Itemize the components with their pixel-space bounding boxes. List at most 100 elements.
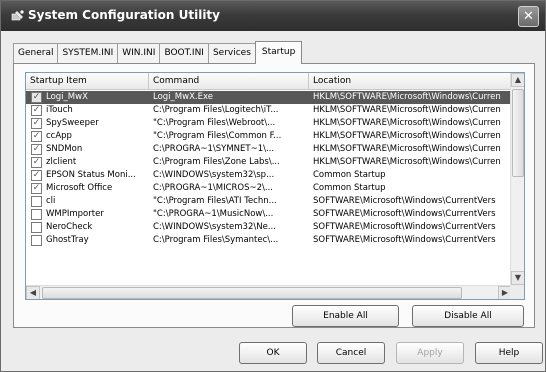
window-title: System Configuration Utility <box>28 8 220 22</box>
table-row[interactable]: ✓ zlclient C:\Program Files\Zone Labs\..… <box>26 156 512 169</box>
startup-item-command: C:\Program Files\Logitech\iT... <box>153 105 279 115</box>
checkmark-icon: ✓ <box>32 92 41 102</box>
startup-item-checkbox[interactable] <box>31 222 42 233</box>
horizontal-scroll-thumb[interactable] <box>42 287 462 299</box>
tab-services[interactable]: Services <box>207 43 256 63</box>
startup-item-command: "C:\Program Files\ATI Techn... <box>153 196 277 206</box>
help-button[interactable]: Help <box>475 342 543 364</box>
startup-item-command: "C:\PROGRA~1\MusicNow\... <box>153 209 274 219</box>
table-row[interactable]: ✓ SNDMon C:\PROGRA~1\SYMNET~1\... HKLM\S… <box>26 143 512 156</box>
startup-item-location: SOFTWARE\Microsoft\Windows\CurrentVers <box>313 222 496 232</box>
startup-item-location: Common Startup <box>313 183 386 193</box>
checkmark-icon: ✓ <box>32 118 41 128</box>
table-row[interactable]: NeroCheck C:\WINDOWS\system32\Ne... SOFT… <box>26 221 512 234</box>
checkmark-icon: ✓ <box>32 183 41 193</box>
close-icon: ✕ <box>523 9 534 24</box>
title-bar[interactable]: System Configuration Utility ✕ <box>1 1 545 31</box>
startup-item-checkbox[interactable] <box>31 196 42 207</box>
chevron-right-icon: ▶ <box>501 288 509 297</box>
column-header-location[interactable]: Location <box>309 73 512 90</box>
vertical-scroll-thumb[interactable] <box>512 89 524 177</box>
table-row[interactable]: ✓ Logi_MwX Logi_MwX.Exe HKLM\SOFTWARE\Mi… <box>26 91 512 104</box>
startup-item-location: HKLM\SOFTWARE\Microsoft\Windows\Curren <box>313 105 501 115</box>
scroll-up-button[interactable]: ▲ <box>511 73 524 87</box>
checkmark-icon: ✓ <box>32 144 41 154</box>
table-row[interactable]: GhostTray C:\Program Files\Symantec\... … <box>26 234 512 247</box>
tab-general[interactable]: General <box>13 43 59 63</box>
table-row[interactable]: ✓ Microsoft Office C:\PROGRA~1\MICROS~2\… <box>26 182 512 195</box>
checkmark-icon: ✓ <box>32 157 41 167</box>
startup-item-name: GhostTray <box>46 235 89 245</box>
horizontal-scrollbar[interactable]: ◀ ▶ <box>26 285 512 299</box>
column-header-command[interactable]: Command <box>149 73 309 90</box>
startup-item-location: HKLM\SOFTWARE\Microsoft\Windows\Curren <box>313 144 501 154</box>
startup-item-location: HKLM\SOFTWARE\Microsoft\Windows\Curren <box>313 157 501 167</box>
startup-item-checkbox[interactable]: ✓ <box>31 183 42 194</box>
startup-item-name: WMPImporter <box>46 209 104 219</box>
startup-item-checkbox[interactable]: ✓ <box>31 170 42 181</box>
tab-system-ini[interactable]: SYSTEM.INI <box>57 43 119 63</box>
startup-item-name: cli <box>46 196 56 206</box>
startup-item-name: Logi_MwX <box>46 92 88 102</box>
tab-win-ini[interactable]: WIN.INI <box>117 43 161 63</box>
startup-item-checkbox[interactable]: ✓ <box>31 144 42 155</box>
cancel-button[interactable]: Cancel <box>317 342 385 364</box>
startup-item-command: C:\WINDOWS\system32\Ne... <box>153 222 276 232</box>
startup-item-checkbox[interactable] <box>31 235 42 246</box>
column-header-startup-item[interactable]: Startup Item <box>26 73 149 90</box>
system-config-icon <box>11 9 25 23</box>
tab-startup[interactable]: Startup <box>254 41 303 64</box>
system-configuration-window: System Configuration Utility ✕ General S… <box>0 0 546 372</box>
startup-item-name: Microsoft Office <box>46 183 113 193</box>
startup-item-location: SOFTWARE\Microsoft\Windows\CurrentVers <box>313 209 496 219</box>
startup-panel: Startup Item Command Location ✓ Logi_MwX… <box>13 63 535 328</box>
tab-strip: General SYSTEM.INI WIN.INI BOOT.INI Serv… <box>13 41 303 64</box>
table-row[interactable]: ✓ ccApp "C:\Program Files\Common F... HK… <box>26 130 512 143</box>
scroll-left-button[interactable]: ◀ <box>26 286 40 299</box>
startup-item-location: SOFTWARE\Microsoft\Windows\CurrentVers <box>313 196 496 206</box>
apply-button[interactable]: Apply <box>396 342 464 364</box>
scroll-down-button[interactable]: ▼ <box>511 271 524 285</box>
list-header: Startup Item Command Location <box>26 73 512 90</box>
ok-button[interactable]: OK <box>239 342 307 364</box>
startup-item-location: HKLM\SOFTWARE\Microsoft\Windows\Curren <box>313 118 501 128</box>
startup-item-name: ccApp <box>46 131 72 141</box>
scrollbar-corner <box>510 285 524 299</box>
enable-all-button[interactable]: Enable All <box>292 305 399 327</box>
table-row[interactable]: WMPImporter "C:\PROGRA~1\MusicNow\... SO… <box>26 208 512 221</box>
chevron-up-icon: ▲ <box>514 75 522 84</box>
chevron-left-icon: ◀ <box>29 288 37 297</box>
disable-all-button[interactable]: Disable All <box>412 305 524 327</box>
startup-item-checkbox[interactable]: ✓ <box>31 92 42 103</box>
startup-item-name: EPSON Status Moni... <box>46 170 136 180</box>
startup-item-location: HKLM\SOFTWARE\Microsoft\Windows\Curren <box>313 92 501 102</box>
startup-item-checkbox[interactable] <box>31 209 42 220</box>
startup-item-name: NeroCheck <box>46 222 93 232</box>
startup-item-checkbox[interactable]: ✓ <box>31 118 42 129</box>
startup-item-command: C:\WINDOWS\system32\sp... <box>153 170 275 180</box>
startup-item-location: HKLM\SOFTWARE\Microsoft\Windows\Curren <box>313 131 501 141</box>
startup-item-checkbox[interactable]: ✓ <box>31 157 42 168</box>
startup-item-command: C:\PROGRA~1\MICROS~2\... <box>153 183 274 193</box>
startup-item-location: SOFTWARE\Microsoft\Windows\CurrentVers <box>313 235 496 245</box>
startup-item-checkbox[interactable]: ✓ <box>31 105 42 116</box>
table-row[interactable]: ✓ SpySweeper "C:\Program Files\Webroot\.… <box>26 117 512 130</box>
tab-boot-ini[interactable]: BOOT.INI <box>159 43 209 63</box>
startup-item-command: C:\PROGRA~1\SYMNET~1\... <box>153 144 275 154</box>
startup-item-checkbox[interactable]: ✓ <box>31 131 42 142</box>
startup-items-list[interactable]: Startup Item Command Location ✓ Logi_MwX… <box>25 72 525 300</box>
checkmark-icon: ✓ <box>32 170 41 180</box>
chevron-down-icon: ▼ <box>514 273 522 282</box>
checkmark-icon: ✓ <box>32 131 41 141</box>
startup-item-name: zlclient <box>46 157 77 167</box>
table-row[interactable]: ✓ iTouch C:\Program Files\Logitech\iT...… <box>26 104 512 117</box>
table-row[interactable]: ✓ EPSON Status Moni... C:\WINDOWS\system… <box>26 169 512 182</box>
startup-item-name: iTouch <box>46 105 73 115</box>
vertical-scrollbar[interactable]: ▲ ▼ <box>510 73 524 285</box>
close-button[interactable]: ✕ <box>518 6 539 27</box>
table-row[interactable]: cli "C:\Program Files\ATI Techn... SOFTW… <box>26 195 512 208</box>
startup-item-name: SNDMon <box>46 144 83 154</box>
startup-item-location: Common Startup <box>313 170 386 180</box>
checkmark-icon: ✓ <box>32 105 41 115</box>
startup-item-command: C:\Program Files\Symantec\... <box>153 235 279 245</box>
